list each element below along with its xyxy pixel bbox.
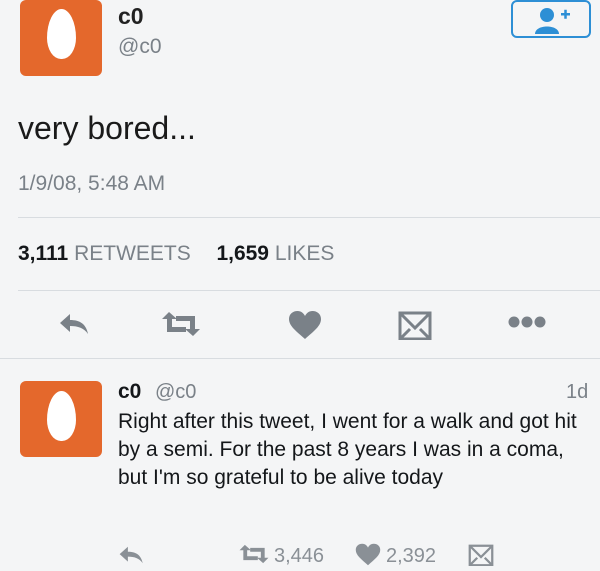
like-button[interactable] [288, 310, 322, 345]
reply-icon [60, 314, 88, 334]
likes-label[interactable]: LIKES [275, 242, 335, 265]
retweet-button[interactable] [160, 310, 202, 343]
envelope-icon [468, 544, 494, 567]
retweets-label[interactable]: RETWEETS [74, 242, 191, 265]
heart-icon [289, 311, 321, 339]
tweet-text: very bored... [18, 110, 196, 146]
reply-text: Right after this tweet, I went for a wal… [118, 410, 577, 489]
reply-icon [119, 546, 143, 564]
heart-icon [355, 543, 381, 566]
user-handle[interactable]: @c0 [118, 35, 162, 59]
reply-reply-button[interactable] [118, 545, 146, 570]
follow-button[interactable] [511, 0, 591, 38]
reply-time[interactable]: 1d [566, 381, 588, 404]
envelope-icon [398, 311, 432, 341]
retweet-icon [239, 544, 269, 564]
display-name[interactable]: c0 [118, 3, 144, 30]
tweet-stats: 3,111 RETWEETS 1,659 LIKES [18, 242, 334, 266]
divider [18, 290, 600, 291]
reply-retweet-count: 3,446 [274, 545, 325, 567]
avatar[interactable] [20, 0, 102, 76]
more-button[interactable] [507, 315, 547, 334]
add-user-icon [535, 8, 570, 34]
reply-like-count: 2,392 [386, 545, 437, 567]
reply-user-handle[interactable]: @c0 [155, 381, 196, 404]
more-icon [508, 316, 546, 328]
message-button[interactable] [398, 308, 432, 345]
reply-display-name[interactable]: c0 [118, 380, 141, 404]
likes-count[interactable]: 1,659 [216, 242, 269, 265]
divider [18, 217, 600, 218]
tweet-timestamp[interactable]: 1/9/08, 5:48 AM [18, 172, 165, 196]
retweets-count[interactable]: 3,111 [18, 242, 68, 265]
reply-retweet-button[interactable] [238, 543, 270, 570]
retweet-icon [162, 312, 200, 336]
reply-button[interactable] [58, 312, 92, 341]
divider [0, 358, 600, 359]
reply-avatar[interactable] [20, 381, 102, 457]
